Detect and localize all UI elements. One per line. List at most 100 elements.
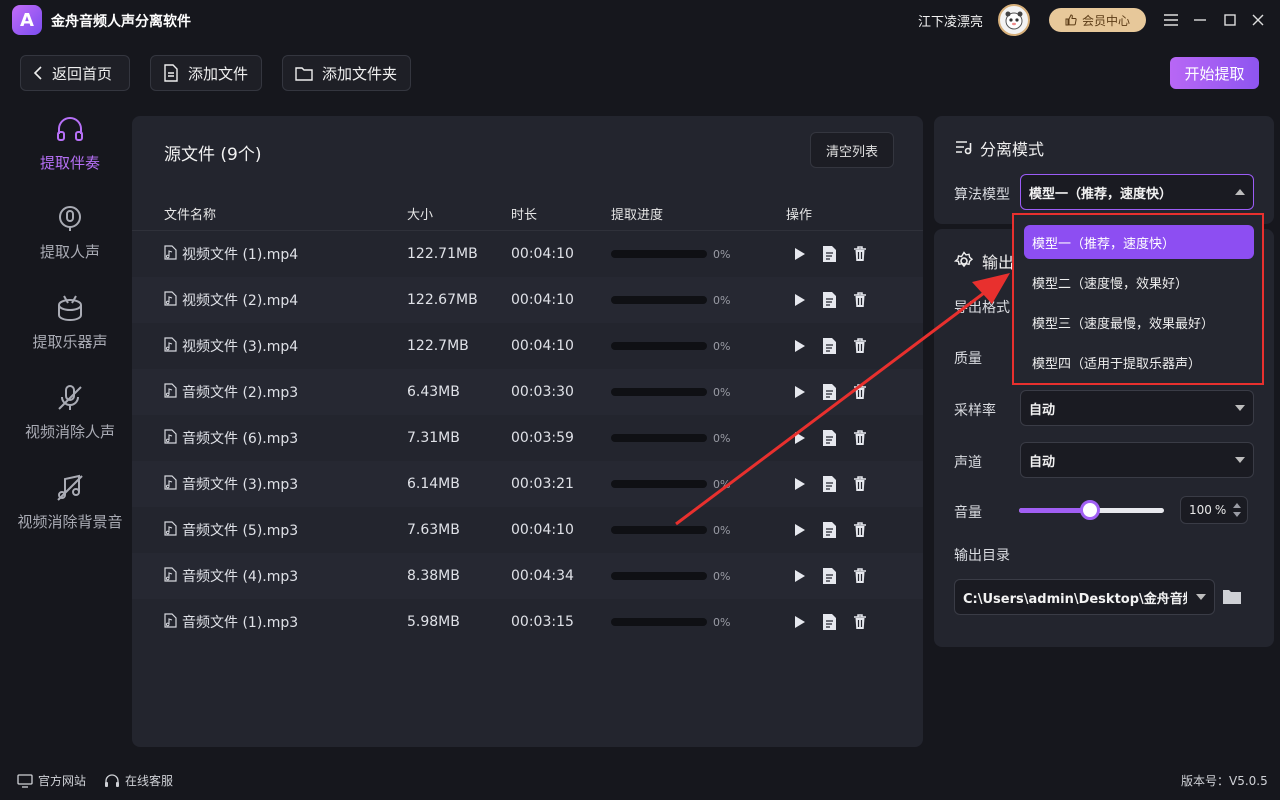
model-option-1[interactable]: 模型一（推荐，速度快） [1024, 225, 1254, 259]
play-icon[interactable] [791, 383, 809, 401]
file-duration: 00:04:10 [511, 522, 574, 538]
edit-file-icon[interactable] [821, 383, 839, 401]
progress-bar [611, 250, 707, 258]
table-row[interactable]: 视频文件 (3).mp4 122.7MB 00:04:10 0% [132, 323, 923, 369]
file-name: 音频文件 (4).mp3 [182, 569, 299, 585]
sidebar-item-extract-vocal[interactable]: 提取人声 [0, 203, 140, 262]
online-support-link[interactable]: 在线客服 [104, 772, 173, 789]
play-icon[interactable] [791, 245, 809, 263]
file-size: 7.63MB [407, 522, 460, 538]
progress-cell: 0% [611, 415, 730, 461]
play-icon[interactable] [791, 429, 809, 447]
output-dir-label: 输出目录 [954, 548, 1010, 564]
delete-icon[interactable] [851, 291, 869, 309]
start-extract-button[interactable]: 开始提取 [1170, 57, 1259, 89]
file-name-cell: 视频文件 (3).mp4 [164, 323, 298, 369]
model-select[interactable]: 模型一（推荐，速度快） [1020, 174, 1254, 210]
progress-bar [611, 296, 707, 304]
open-folder-icon[interactable] [1222, 587, 1242, 609]
table-row[interactable]: 音频文件 (3).mp3 6.14MB 00:03:21 0% [132, 461, 923, 507]
sidebar-item-video-remove-bgm[interactable]: 视频消除背景音 [0, 473, 140, 532]
edit-file-icon[interactable] [821, 567, 839, 585]
menu-icon[interactable] [1161, 10, 1181, 30]
delete-icon[interactable] [851, 383, 869, 401]
table-row[interactable]: 音频文件 (6).mp3 7.31MB 00:03:59 0% [132, 415, 923, 461]
file-duration: 00:04:34 [511, 568, 574, 584]
output-dir-select[interactable]: C:\Users\admin\Desktop\金舟音频 [954, 579, 1215, 615]
table-row[interactable]: 视频文件 (1).mp4 122.71MB 00:04:10 0% [132, 231, 923, 277]
file-name-cell: 音频文件 (5).mp3 [164, 507, 298, 553]
progress-cell: 0% [611, 507, 730, 553]
table-row[interactable]: 音频文件 (2).mp3 6.43MB 00:03:30 0% [132, 369, 923, 415]
official-website-link[interactable]: 官方网站 [17, 772, 86, 789]
table-row[interactable]: 视频文件 (2).mp4 122.67MB 00:04:10 0% [132, 277, 923, 323]
app-title: 金舟音频人声分离软件 [51, 14, 191, 30]
model-option-3[interactable]: 模型三（速度最慢，效果最好） [1024, 305, 1254, 339]
maximize-icon[interactable] [1220, 10, 1240, 30]
avatar[interactable] [998, 4, 1030, 36]
play-icon[interactable] [791, 521, 809, 539]
table-row[interactable]: 音频文件 (4).mp3 8.38MB 00:04:34 0% [132, 553, 923, 599]
back-home-button[interactable]: 返回首页 [20, 55, 130, 91]
file-name: 音频文件 (3).mp3 [182, 477, 299, 493]
sidebar-item-extract-instrument[interactable]: 提取乐器声 [0, 293, 140, 352]
sidebar-item-video-remove-vocal[interactable]: 视频消除人声 [0, 383, 140, 442]
caret-down-icon [1235, 457, 1245, 463]
play-icon[interactable] [791, 613, 809, 631]
vip-center-button[interactable]: 会员中心 [1049, 8, 1146, 32]
column-header-progress: 提取进度 [611, 208, 664, 223]
edit-file-icon[interactable] [821, 291, 839, 309]
progress-cell: 0% [611, 599, 730, 645]
progress-cell: 0% [611, 369, 730, 415]
file-name-cell: 音频文件 (1).mp3 [164, 599, 298, 645]
user-name[interactable]: 江下凌漂亮 [918, 11, 983, 30]
play-icon[interactable] [791, 475, 809, 493]
row-actions [791, 461, 869, 507]
volume-input[interactable]: 100% [1180, 496, 1248, 524]
delete-icon[interactable] [851, 429, 869, 447]
channel-select[interactable]: 自动 [1020, 442, 1254, 478]
table-row[interactable]: 音频文件 (1).mp3 5.98MB 00:03:15 0% [132, 599, 923, 645]
edit-file-icon[interactable] [821, 337, 839, 355]
file-name: 音频文件 (5).mp3 [182, 523, 299, 539]
add-file-button[interactable]: 添加文件 [150, 55, 262, 91]
model-option-4[interactable]: 模型四（适用于提取乐器声） [1024, 345, 1254, 379]
delete-icon[interactable] [851, 613, 869, 631]
clear-list-button[interactable]: 清空列表 [810, 132, 894, 168]
edit-file-icon[interactable] [821, 245, 839, 263]
edit-file-icon[interactable] [821, 429, 839, 447]
headphones-icon [57, 117, 83, 141]
model-option-2[interactable]: 模型二（速度慢，效果好） [1024, 265, 1254, 299]
sample-rate-select[interactable]: 自动 [1020, 390, 1254, 426]
play-icon[interactable] [791, 337, 809, 355]
monitor-icon [17, 773, 33, 788]
delete-icon[interactable] [851, 245, 869, 263]
stepper-icon[interactable] [1233, 503, 1241, 517]
delete-icon[interactable] [851, 567, 869, 585]
mic-off-icon [58, 385, 82, 410]
volume-slider-handle[interactable] [1080, 500, 1101, 520]
thumbs-up-icon [1065, 14, 1077, 26]
delete-icon[interactable] [851, 337, 869, 355]
file-name-cell: 视频文件 (1).mp4 [164, 231, 298, 277]
progress-bar [611, 526, 707, 534]
file-size: 122.71MB [407, 246, 478, 262]
close-icon[interactable] [1248, 10, 1268, 30]
play-icon[interactable] [791, 567, 809, 585]
add-folder-button[interactable]: 添加文件夹 [282, 55, 411, 91]
progress-cell: 0% [611, 553, 730, 599]
model-label: 算法模型 [954, 187, 1010, 203]
row-actions [791, 277, 869, 323]
edit-file-icon[interactable] [821, 475, 839, 493]
edit-file-icon[interactable] [821, 613, 839, 631]
headset-icon [105, 773, 119, 787]
minimize-icon[interactable] [1190, 10, 1210, 30]
edit-file-icon[interactable] [821, 521, 839, 539]
delete-icon[interactable] [851, 475, 869, 493]
file-icon [164, 64, 178, 82]
table-row[interactable]: 音频文件 (5).mp3 7.63MB 00:04:10 0% [132, 507, 923, 553]
media-file-icon [164, 428, 177, 448]
delete-icon[interactable] [851, 521, 869, 539]
sidebar-item-extract-accompaniment[interactable]: 提取伴奏 [0, 114, 140, 173]
play-icon[interactable] [791, 291, 809, 309]
